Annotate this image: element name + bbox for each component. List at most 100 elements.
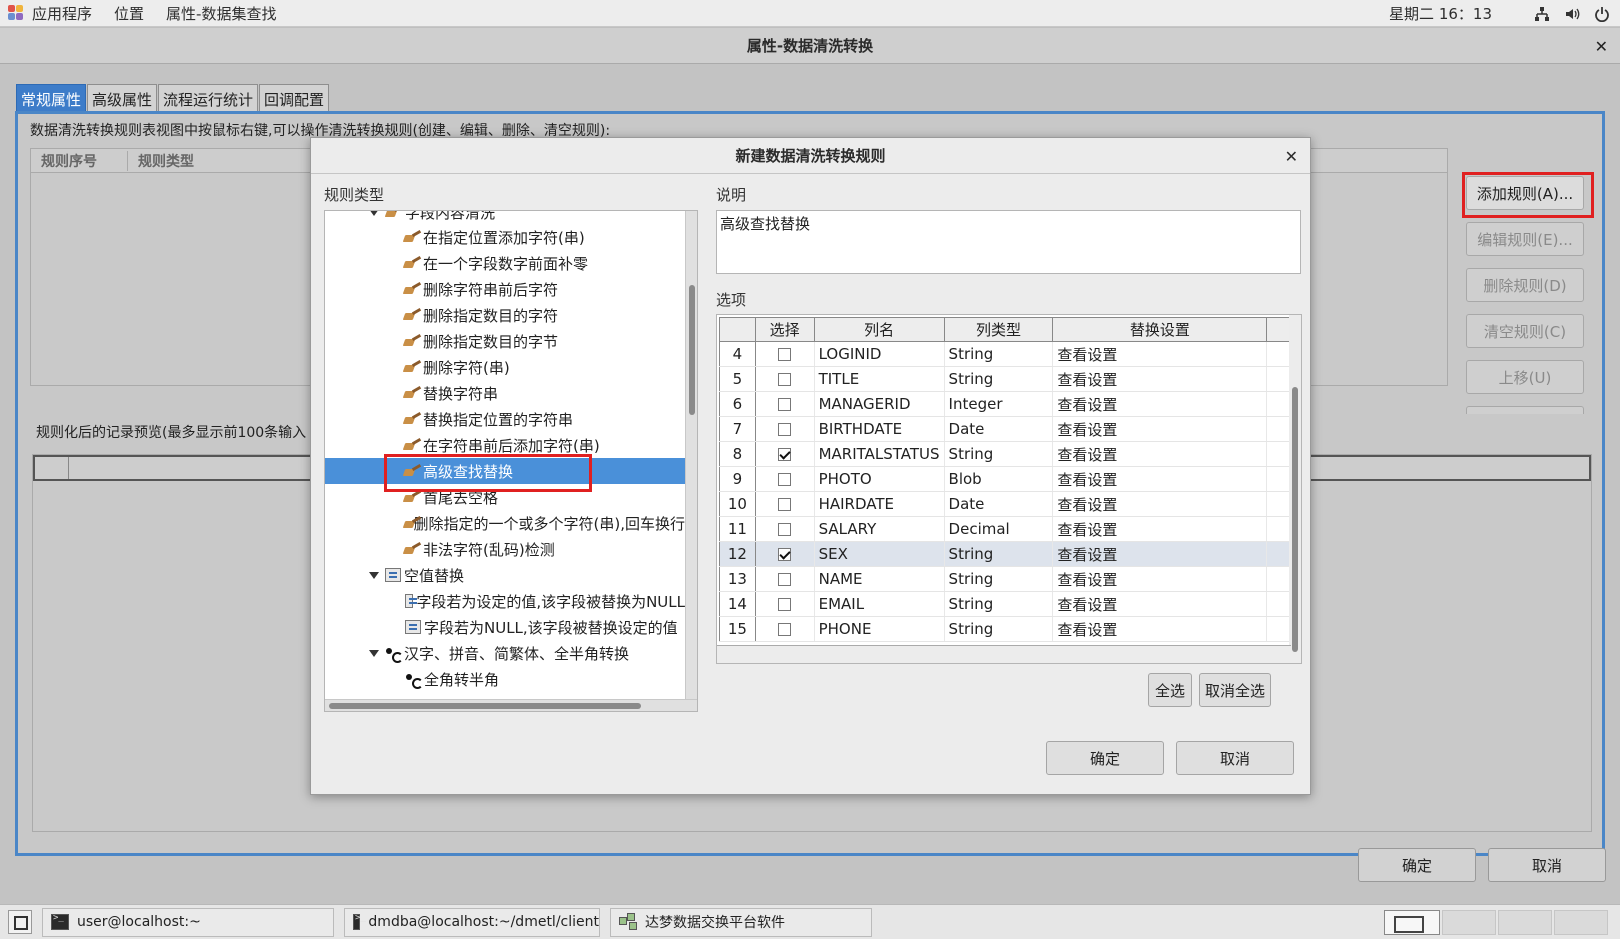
grid-row[interactable]: 9 PHOTO Blob 查看设置 [719,466,1291,492]
deselect-all-button[interactable]: 取消全选 [1199,673,1271,707]
col-name[interactable]: 列名 [813,317,945,342]
checkbox-unchecked[interactable] [778,473,792,486]
tree-item[interactable]: 在一个字段数字前面补零 [325,250,685,276]
grid-row[interactable]: 12 SEX String 查看设置 [719,541,1291,567]
tree-item[interactable]: 字段若为NULL,该字段被替换设定的值 [325,614,685,640]
tab-general[interactable]: 常规属性 [16,84,87,114]
grid-row[interactable]: 4 LOGINID String 查看设置 [719,341,1291,367]
tree-item[interactable]: 删除指定数目的字节 [325,328,685,354]
tree-group-chinese-convert[interactable]: 汉字、拼音、简繁体、全半角转换 [325,640,685,666]
tree-item[interactable]: 非法字符(乱码)检测 [325,536,685,562]
select-checkbox-cell[interactable] [755,466,815,492]
tree-item[interactable]: 替换字符串 [325,380,685,406]
checkbox-unchecked[interactable] [778,348,792,361]
workspace-4[interactable] [1554,910,1608,935]
select-checkbox-cell[interactable] [755,516,815,542]
select-checkbox-cell[interactable] [755,491,815,517]
replace-setting-link[interactable]: 查看设置 [1052,416,1268,442]
tab-advanced[interactable]: 高级属性 [87,84,158,114]
scrollbar-thumb[interactable] [1292,387,1298,652]
applications-menu[interactable]: 应用程序 [8,3,92,24]
grid-row[interactable]: 14 EMAIL String 查看设置 [719,591,1291,617]
checkbox-checked[interactable] [778,548,792,561]
tree-item[interactable]: 全角转半角 [325,666,685,692]
close-icon[interactable]: ✕ [1595,37,1608,56]
expander-icon[interactable] [369,211,379,216]
grid-row[interactable]: 6 MANAGERID Integer 查看设置 [719,391,1291,417]
expander-icon[interactable] [369,649,379,657]
select-checkbox-cell[interactable] [755,541,815,567]
select-checkbox-cell[interactable] [755,366,815,392]
tree-item[interactable]: 删除指定数目的字符 [325,302,685,328]
checkbox-unchecked[interactable] [778,423,792,436]
grid-row[interactable]: 8 MARITALSTATUS String 查看设置 [719,441,1291,467]
select-checkbox-cell[interactable] [755,416,815,442]
task-terminal-dmdba[interactable]: dmdba@localhost:~/dmetl/client [344,907,600,937]
select-all-button[interactable]: 全选 [1148,673,1192,707]
expander-icon[interactable] [369,571,379,579]
description-text[interactable]: 高级查找替换 [716,210,1301,274]
delete-rule-button[interactable]: 删除规则(D) [1466,268,1584,302]
checkbox-checked[interactable] [778,448,792,461]
replace-setting-link[interactable]: 查看设置 [1052,491,1268,517]
grid-row[interactable]: 15 PHONE String 查看设置 [719,616,1291,642]
show-desktop-icon[interactable] [8,910,32,934]
tab-run-stats[interactable]: 流程运行统计 [158,84,259,114]
replace-setting-link[interactable]: 查看设置 [1052,441,1268,467]
task-dm-exchange-platform[interactable]: 达梦数据交换平台软件 [610,907,872,937]
move-down-button-partial[interactable] [1466,406,1584,414]
tree-item[interactable]: 删除字符(串) [325,354,685,380]
col-replace-setting[interactable]: 替换设置 [1052,317,1268,342]
scrollbar-thumb[interactable] [329,703,641,709]
dialog-cancel-button[interactable]: 取消 [1176,741,1294,775]
replace-setting-link[interactable]: 查看设置 [1052,566,1268,592]
select-checkbox-cell[interactable] [755,391,815,417]
col-select[interactable]: 选择 [754,317,815,342]
scrollbar-thumb[interactable] [689,285,695,415]
grid-row[interactable]: 7 BIRTHDATE Date 查看设置 [719,416,1291,442]
task-terminal-user[interactable]: user@localhost:~ [42,907,334,937]
checkbox-unchecked[interactable] [778,523,792,536]
checkbox-unchecked[interactable] [778,623,792,636]
checkbox-unchecked[interactable] [778,498,792,511]
tree-vertical-scrollbar[interactable] [685,211,697,711]
grid-row[interactable]: 11 SALARY Decimal 查看设置 [719,516,1291,542]
checkbox-unchecked[interactable] [778,373,792,386]
checkbox-unchecked[interactable] [778,573,792,586]
tree-horizontal-scrollbar[interactable] [325,699,697,711]
main-cancel-button[interactable]: 取消 [1488,848,1606,882]
select-checkbox-cell[interactable] [755,566,815,592]
close-icon[interactable]: ✕ [1285,147,1298,166]
checkbox-unchecked[interactable] [778,598,792,611]
clear-rules-button[interactable]: 清空规则(C) [1466,314,1584,348]
places-menu[interactable]: 位置 [114,3,144,24]
replace-setting-link[interactable]: 查看设置 [1052,541,1268,567]
volume-icon[interactable] [1564,6,1580,22]
dialog-ok-button[interactable]: 确定 [1046,741,1164,775]
column-options-grid[interactable]: 选择 列名 列类型 替换设置 4 LOGINID String 查看设置 5 TITLE S… [716,314,1302,664]
replace-setting-link[interactable]: 查看设置 [1052,516,1268,542]
grid-vertical-scrollbar[interactable] [1289,315,1301,663]
tree-item[interactable]: 在指定位置添加字符(串) [325,224,685,250]
active-window-menu[interactable]: 属性-数据集查找 [166,3,276,24]
grid-row[interactable]: 5 TITLE String 查看设置 [719,366,1291,392]
select-checkbox-cell[interactable] [755,616,815,642]
replace-setting-link[interactable]: 查看设置 [1052,366,1268,392]
tree-item[interactable]: 删除指定的一个或多个字符(串),回车换行 [325,510,685,536]
tree-group-null-replace[interactable]: 空值替换 [325,562,685,588]
replace-setting-link[interactable]: 查看设置 [1052,341,1268,367]
grid-row[interactable]: 10 HAIRDATE Date 查看设置 [719,491,1291,517]
select-checkbox-cell[interactable] [755,341,815,367]
tree-item[interactable]: 删除字符串前后字符 [325,276,685,302]
select-checkbox-cell[interactable] [755,591,815,617]
grid-row[interactable]: 13 NAME String 查看设置 [719,566,1291,592]
replace-setting-link[interactable]: 查看设置 [1052,591,1268,617]
tab-callback[interactable]: 回调配置 [259,84,330,114]
replace-setting-link[interactable]: 查看设置 [1052,391,1268,417]
workspace-1[interactable] [1384,910,1440,935]
tree-item[interactable]: 字段若为设定的值,该字段被替换为NULL [325,588,685,614]
checkbox-unchecked[interactable] [778,398,792,411]
workspace-3[interactable] [1498,910,1552,935]
tree-item[interactable]: 替换指定位置的字符串 [325,406,685,432]
edit-rule-button[interactable]: 编辑规则(E)... [1466,222,1584,256]
